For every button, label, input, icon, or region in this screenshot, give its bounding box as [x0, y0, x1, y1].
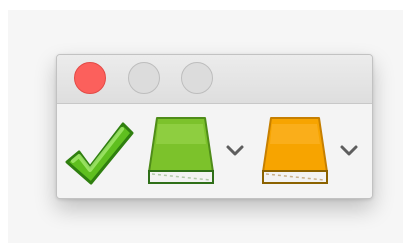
chevron-down-icon[interactable] — [339, 144, 359, 158]
checkmark-icon — [65, 122, 134, 185]
chevron-down-icon[interactable] — [225, 144, 245, 158]
orange-book-dropdown[interactable] — [261, 104, 365, 198]
toolbar — [57, 104, 372, 198]
minimize-button[interactable] — [128, 62, 160, 94]
green-book-dropdown[interactable] — [147, 104, 251, 198]
confirm-button[interactable] — [63, 104, 135, 198]
close-button[interactable] — [74, 62, 106, 94]
app-window — [56, 54, 373, 199]
book-icon — [262, 117, 328, 184]
titlebar — [57, 55, 372, 104]
zoom-button[interactable] — [181, 62, 213, 94]
book-icon — [148, 117, 214, 184]
